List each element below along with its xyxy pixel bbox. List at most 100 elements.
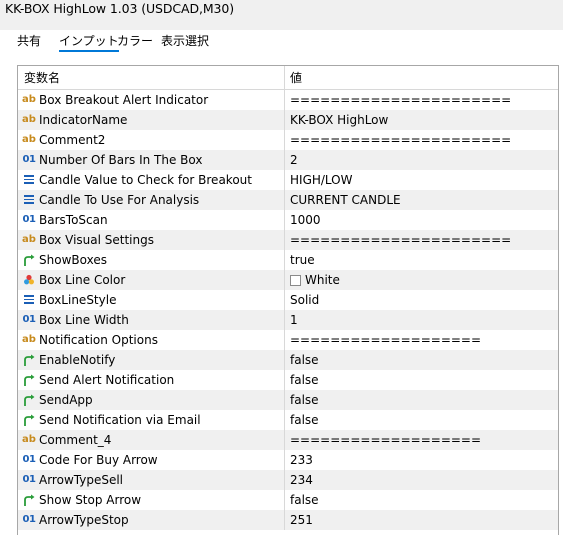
parameter-value-cell[interactable]: ====================== xyxy=(285,230,558,250)
parameter-value: 251 xyxy=(290,513,313,527)
num-icon: 01 xyxy=(22,514,36,525)
parameter-name: Number Of Bars In The Box xyxy=(39,153,203,167)
table-row[interactable]: 01 BarsToScan 1000 xyxy=(18,210,558,230)
parameter-value-cell[interactable]: =================== xyxy=(285,430,558,450)
parameter-value-cell[interactable]: true xyxy=(285,250,558,270)
parameter-name: Send Notification via Email xyxy=(39,413,201,427)
parameter-name-cell[interactable]: ab Notification Options xyxy=(18,330,285,350)
table-row[interactable]: Send Alert Notification false xyxy=(18,370,558,390)
parameter-name: BarsToScan xyxy=(39,213,108,227)
parameter-value-cell[interactable]: Solid xyxy=(285,290,558,310)
parameter-name-cell[interactable]: Candle To Use For Analysis xyxy=(18,190,285,210)
parameter-value-cell[interactable]: ====================== xyxy=(285,130,558,150)
parameter-value-cell[interactable]: false xyxy=(285,490,558,510)
parameter-value-cell[interactable]: White xyxy=(285,270,558,290)
table-row[interactable]: 01 ArrowTypeStop 251 xyxy=(18,510,558,530)
ab-icon: ab xyxy=(22,434,36,445)
parameter-value-cell[interactable]: false xyxy=(285,390,558,410)
table-row[interactable]: ab Comment2 ====================== xyxy=(18,130,558,150)
parameter-name-cell[interactable]: BoxLineStyle xyxy=(18,290,285,310)
parameter-name-cell[interactable]: Box Line Color xyxy=(18,270,285,290)
parameter-value-cell[interactable]: false xyxy=(285,410,558,430)
parameter-name-cell[interactable]: ab Comment2 xyxy=(18,130,285,150)
parameter-value-cell[interactable]: 1 xyxy=(285,310,558,330)
parameter-value: White xyxy=(305,273,340,287)
table-row[interactable]: ShowBoxes true xyxy=(18,250,558,270)
table-row[interactable]: Show Stop Arrow false xyxy=(18,490,558,510)
parameter-name-cell[interactable]: 01 Code For Buy Arrow xyxy=(18,450,285,470)
num-icon: 01 xyxy=(22,474,36,485)
table-row[interactable]: Candle To Use For Analysis CURRENT CANDLE xyxy=(18,190,558,210)
parameter-name-cell[interactable]: EnableNotify xyxy=(18,350,285,370)
parameter-name: EnableNotify xyxy=(39,353,116,367)
inputs-grid: 変数名 値 ab Box Breakout Alert Indicator ====… xyxy=(17,65,559,535)
parameter-value: =================== xyxy=(290,433,482,447)
parameter-name-cell[interactable]: 01 ArrowTypeStop xyxy=(18,510,285,530)
parameter-name-cell[interactable]: 01 BarsToScan xyxy=(18,210,285,230)
table-row[interactable]: Box Line Color White xyxy=(18,270,558,290)
parameter-value: 2 xyxy=(290,153,298,167)
ab-icon: ab xyxy=(22,114,36,125)
parameter-name-cell[interactable]: ab Box Breakout Alert Indicator xyxy=(18,90,285,110)
bool-icon xyxy=(22,370,36,390)
parameter-name: BoxLineStyle xyxy=(39,293,117,307)
column-header-value[interactable]: 値 xyxy=(285,66,558,90)
parameter-value-cell[interactable]: HIGH/LOW xyxy=(285,170,558,190)
parameter-value-cell[interactable]: 234 xyxy=(285,470,558,490)
table-row[interactable]: SendApp false xyxy=(18,390,558,410)
table-row[interactable]: 01 Box Line Width 1 xyxy=(18,310,558,330)
table-row[interactable]: BoxLineStyle Solid xyxy=(18,290,558,310)
parameter-value-cell[interactable]: false xyxy=(285,370,558,390)
parameter-value-cell[interactable]: =================== xyxy=(285,330,558,350)
parameter-value-cell[interactable]: 233 xyxy=(285,450,558,470)
parameter-name-cell[interactable]: SendApp xyxy=(18,390,285,410)
tab-common[interactable]: 共有 xyxy=(17,33,41,49)
parameter-name-cell[interactable]: 01 Number Of Bars In The Box xyxy=(18,150,285,170)
parameter-value-cell[interactable]: ====================== xyxy=(285,90,558,110)
table-row[interactable]: ab Box Breakout Alert Indicator ==========… xyxy=(18,90,558,110)
parameter-name-cell[interactable]: Send Notification via Email xyxy=(18,410,285,430)
parameter-name-cell[interactable]: ab Box Visual Settings xyxy=(18,230,285,250)
parameter-value-cell[interactable]: CURRENT CANDLE xyxy=(285,190,558,210)
parameter-name: Box Line Width xyxy=(39,313,129,327)
parameter-value-cell[interactable]: 2 xyxy=(285,150,558,170)
tab-colors[interactable]: カラー xyxy=(117,33,153,49)
parameter-value-cell[interactable]: false xyxy=(285,350,558,370)
bool-icon xyxy=(22,490,36,510)
table-row[interactable]: ab Comment_4 =================== xyxy=(18,430,558,450)
parameter-name-cell[interactable]: 01 Box Line Width xyxy=(18,310,285,330)
table-row[interactable]: Candle Value to Check for Breakout HIGH/L… xyxy=(18,170,558,190)
table-row[interactable]: ab Notification Options ==================… xyxy=(18,330,558,350)
bool-icon xyxy=(22,350,36,370)
parameter-value-cell[interactable]: 1000 xyxy=(285,210,558,230)
parameter-name-cell[interactable]: ShowBoxes xyxy=(18,250,285,270)
bool-icon xyxy=(22,410,36,430)
table-row[interactable]: ab IndicatorName KK-BOX HighLow xyxy=(18,110,558,130)
ab-icon: ab xyxy=(22,134,36,145)
parameter-value: Solid xyxy=(290,293,320,307)
table-row[interactable]: Send Notification via Email false xyxy=(18,410,558,430)
parameter-name-cell[interactable]: Candle Value to Check for Breakout xyxy=(18,170,285,190)
parameter-value-cell[interactable]: 251 xyxy=(285,510,558,530)
num-icon: 01 xyxy=(22,454,36,465)
table-row[interactable]: ab Box Visual Settings ===================… xyxy=(18,230,558,250)
parameter-name: Box Visual Settings xyxy=(39,233,154,247)
parameter-name: Send Alert Notification xyxy=(39,373,175,387)
parameter-name-cell[interactable]: Send Alert Notification xyxy=(18,370,285,390)
tab-inputs[interactable]: インプット xyxy=(59,33,119,52)
parameter-name-cell[interactable]: ab IndicatorName xyxy=(18,110,285,130)
column-header-name[interactable]: 変数名 xyxy=(18,66,285,90)
parameter-name-cell[interactable]: Show Stop Arrow xyxy=(18,490,285,510)
parameter-name-cell[interactable]: 01 ArrowTypeSell xyxy=(18,470,285,490)
table-row[interactable]: EnableNotify false xyxy=(18,350,558,370)
parameter-value: 1000 xyxy=(290,213,321,227)
parameter-name: Box Line Color xyxy=(39,273,126,287)
parameter-name-cell[interactable]: ab Comment_4 xyxy=(18,430,285,450)
table-row[interactable]: 01 Code For Buy Arrow 233 xyxy=(18,450,558,470)
parameter-name: Comment2 xyxy=(39,133,106,147)
table-row[interactable]: 01 Number Of Bars In The Box 2 xyxy=(18,150,558,170)
parameter-value-cell[interactable]: KK-BOX HighLow xyxy=(285,110,558,130)
tab-visualization[interactable]: 表示選択 xyxy=(161,33,209,49)
color-swatch[interactable] xyxy=(290,275,301,286)
table-row[interactable]: 01 ArrowTypeSell 234 xyxy=(18,470,558,490)
